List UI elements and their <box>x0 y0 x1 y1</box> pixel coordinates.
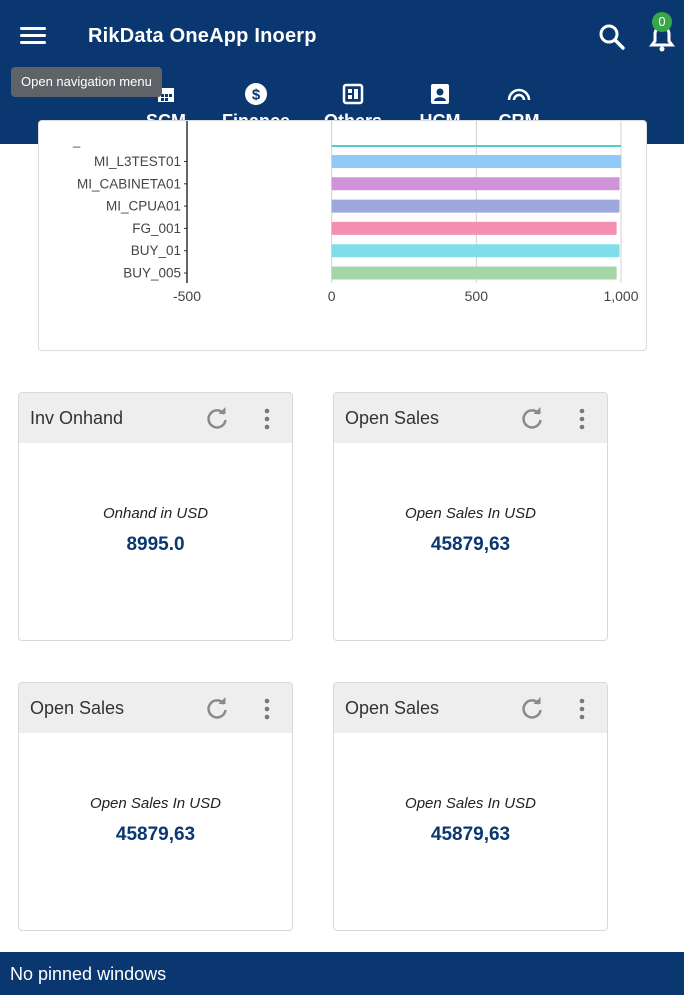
widget-value: 45879,63 <box>430 824 511 845</box>
chart-x-tick-label: -500 <box>173 288 201 304</box>
navigation-menu-tooltip: Open navigation menu <box>11 67 162 97</box>
widget-value: 45879,63 <box>115 824 196 845</box>
chart-partial-label: _ <box>72 133 81 148</box>
more-vert-icon[interactable] <box>257 696 277 722</box>
widget-subtitle: Onhand in USD <box>102 505 209 522</box>
widget-inv-onhand: Inv Onhand Onhand in USD 8995.0 <box>18 392 293 641</box>
widget-open-sales: Open Sales Open Sales In USD 45879,63 <box>333 682 608 931</box>
more-vert-icon[interactable] <box>572 696 592 722</box>
widget-title: Open Sales <box>345 698 440 718</box>
app-title: RikData OneApp Inoerp <box>88 25 317 47</box>
widget-subtitle: Open Sales In USD <box>405 795 536 812</box>
chart-category-label: BUY_01 <box>131 243 181 258</box>
chart-bar <box>331 145 621 147</box>
chart-bar <box>331 199 620 213</box>
pinned-windows-bar: No pinned windows <box>0 952 684 995</box>
widget-value: 8995.0 <box>126 534 185 555</box>
widget-title: Open Sales <box>345 408 440 428</box>
rainbow-icon <box>507 82 531 106</box>
chart-bar <box>331 155 621 168</box>
more-vert-icon[interactable] <box>257 406 277 432</box>
chart-category-label: FG_001 <box>132 221 181 236</box>
chart-category-label: MI_CABINETA01 <box>77 176 181 191</box>
pinned-windows-text: No pinned windows <box>10 964 167 984</box>
chart-category-label: MI_CPUA01 <box>106 199 181 214</box>
widget-header: Open Sales <box>19 683 292 733</box>
svg-text:$: $ <box>252 87 261 104</box>
chart-bar <box>331 177 620 191</box>
hamburger-menu-icon[interactable] <box>18 24 48 50</box>
widget-value: 45879,63 <box>430 534 511 555</box>
chart-bar <box>331 266 617 280</box>
refresh-icon[interactable] <box>204 406 230 432</box>
widget-title: Inv Onhand <box>30 408 124 428</box>
refresh-icon[interactable] <box>204 696 230 722</box>
refresh-icon[interactable] <box>519 406 545 432</box>
chart-x-tick-label: 500 <box>465 288 489 304</box>
chart-bar <box>331 244 620 258</box>
chart-x-tick-label: 1,000 <box>603 288 638 304</box>
person-badge-icon <box>428 82 452 106</box>
dashboard-icon <box>341 82 365 106</box>
notification-badge: 0 <box>652 12 672 32</box>
widget-open-sales: Open Sales Open Sales In USD 45879,63 <box>333 392 608 641</box>
widget-header: Open Sales <box>334 393 607 443</box>
chart-x-tick-label: 0 <box>328 288 336 304</box>
chart-category-label: BUY_005 <box>123 266 181 281</box>
widget-open-sales: Open Sales Open Sales In USD 45879,63 <box>18 682 293 931</box>
widget-title: Open Sales <box>30 698 125 718</box>
inventory-bar-chart: _ MI_L3TEST01 MI_CABINETA01 MI_CPUA01 FG_001… <box>72 121 639 304</box>
dollar-icon: $ <box>244 82 268 106</box>
widget-subtitle: Open Sales In USD <box>90 795 221 812</box>
chart-bar <box>331 221 617 235</box>
widget-subtitle: Open Sales In USD <box>405 505 536 522</box>
more-vert-icon[interactable] <box>572 406 592 432</box>
inventory-chart-card: _ MI_L3TEST01 MI_CABINETA01 MI_CPUA01 FG_001… <box>38 120 647 351</box>
widget-header: Open Sales <box>334 683 607 733</box>
chart-category-label: MI_L3TEST01 <box>94 154 181 169</box>
search-icon[interactable] <box>597 22 627 52</box>
widget-header: Inv Onhand <box>19 393 292 443</box>
refresh-icon[interactable] <box>519 696 545 722</box>
